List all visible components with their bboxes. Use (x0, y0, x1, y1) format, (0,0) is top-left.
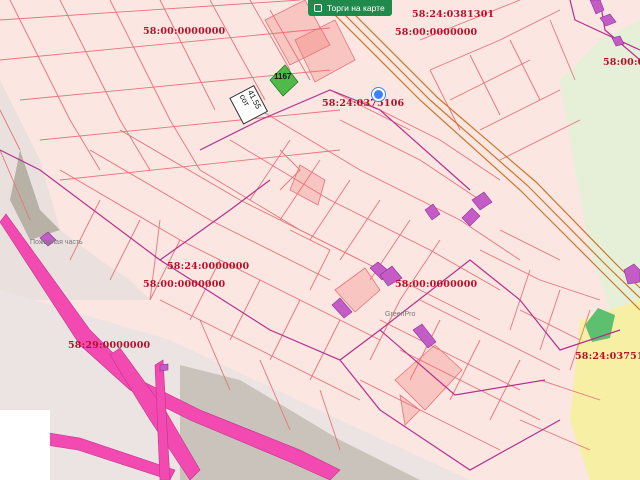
cadastral-label: 58:00:0000000 (395, 279, 478, 290)
cadastral-label: 58:00:0000000 (603, 57, 640, 68)
cadastral-label: 58:00:0000000 (143, 26, 226, 37)
cadastral-label: 58:24:0000000 (167, 261, 250, 272)
cadastral-label: 58:24:0375106 (322, 98, 405, 109)
map-canvas (0, 0, 640, 480)
poi-label-shop: GreenPro (385, 311, 416, 318)
cadastral-label: 58:29:0000000 (68, 340, 151, 351)
auctions-on-map-toggle[interactable]: Торги на карте (308, 0, 392, 16)
auctions-on-map-label: Торги на карте (327, 3, 385, 13)
cadastral-label: 58:00:0000000 (395, 27, 478, 38)
location-pin-icon[interactable] (372, 88, 385, 101)
plot-number-label: 1167 (274, 72, 292, 81)
cadastral-label: 58:00:0000000 (143, 279, 226, 290)
poi-label-fire-station: Пожарная часть (30, 239, 83, 246)
cadastral-map[interactable]: 58:00:0000000 58:24:0381301 58:00:000000… (0, 0, 640, 480)
map-overlay-panel (0, 410, 50, 480)
cadastral-label: 58:24:0375106 (575, 351, 640, 362)
cadastral-label: 58:24:0381301 (412, 9, 495, 20)
checkbox-icon[interactable] (314, 4, 322, 12)
